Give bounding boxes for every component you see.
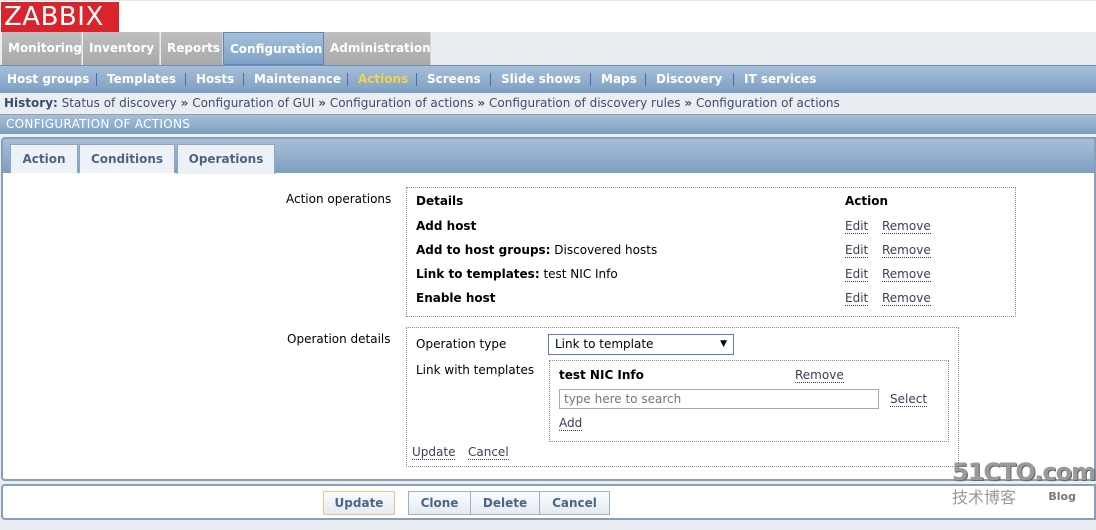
details-header: Details — [416, 194, 464, 208]
menu-separator — [416, 73, 417, 86]
operation-type-label: Operation type — [416, 337, 507, 351]
menu-separator — [243, 73, 244, 86]
action-operations-label: Action operations — [286, 192, 392, 206]
history-item[interactable]: Configuration of GUI — [192, 96, 314, 110]
history-breadcrumb: History: Status of discovery » Configura… — [0, 93, 1096, 115]
update-button[interactable]: Update — [323, 491, 395, 515]
breadcrumb-separator: » — [180, 96, 189, 110]
main-menu-configuration[interactable]: Configuration — [223, 32, 324, 65]
history-item[interactable]: Configuration of actions — [696, 96, 840, 110]
dropdown-arrow-icon: ▼ — [720, 339, 727, 349]
sub-menu-hosts[interactable]: Hosts — [196, 66, 234, 93]
tab-conditions[interactable]: Conditions — [79, 144, 175, 173]
sub-menu-discovery[interactable]: Discovery — [656, 66, 722, 93]
main-menu-reports[interactable]: Reports — [161, 32, 223, 65]
breadcrumb-separator: » — [684, 96, 693, 110]
select-template-link[interactable]: Select — [890, 392, 928, 407]
menu-separator — [733, 73, 734, 86]
main-menu-monitoring[interactable]: Monitoring — [2, 32, 82, 65]
update-operation-link[interactable]: Update — [412, 445, 456, 460]
operation-row: Add host — [416, 219, 477, 233]
action-operations-table: Details Action Add host Edit Remove Add … — [406, 187, 1016, 317]
edit-link[interactable]: Edit — [845, 267, 869, 282]
breadcrumb-separator: » — [318, 96, 326, 110]
history-item[interactable]: Configuration of discovery rules — [489, 96, 681, 110]
operation-type-select[interactable]: Link to template ▼ — [548, 334, 734, 355]
sub-menu-templates[interactable]: Templates — [107, 66, 176, 93]
remove-link[interactable]: Remove — [882, 243, 931, 258]
edit-link[interactable]: Edit — [845, 219, 869, 234]
watermark: 51CTO.com 技术博客 Blog — [952, 458, 1096, 518]
operation-row: Enable host — [416, 291, 496, 305]
operation-details-label: Operation details — [287, 332, 391, 346]
header-bar: ZABBIX — [0, 0, 1096, 33]
menu-separator — [185, 73, 186, 86]
remove-link[interactable]: Remove — [882, 267, 931, 282]
remove-template-link[interactable]: Remove — [795, 368, 844, 383]
watermark-site: 51CTO.com — [952, 458, 1096, 486]
sub-menu-it-services[interactable]: IT services — [744, 66, 816, 93]
link-with-templates-label: Link with templates — [416, 363, 535, 377]
clone-button[interactable]: Clone — [408, 491, 471, 515]
template-search-input[interactable] — [559, 389, 879, 409]
operation-row: Add to host groups: Discovered hosts — [416, 243, 658, 257]
edit-link[interactable]: Edit — [845, 291, 869, 306]
tab-operations[interactable]: Operations — [177, 144, 275, 174]
menu-separator — [347, 73, 348, 86]
sub-menu-actions[interactable]: Actions — [358, 66, 408, 93]
edit-link[interactable]: Edit — [845, 243, 869, 258]
cancel-button[interactable]: Cancel — [539, 491, 610, 515]
watermark-blog: Blog — [1048, 490, 1076, 503]
sub-menu-slide-shows[interactable]: Slide shows — [501, 66, 581, 93]
menu-separator — [96, 73, 97, 86]
cancel-operation-link[interactable]: Cancel — [468, 445, 509, 460]
operation-row: Link to templates: test NIC Info — [416, 267, 618, 281]
main-menu: Monitoring Inventory Reports Configurati… — [0, 32, 1096, 65]
sub-menu: Host groups Templates Hosts Maintenance … — [0, 65, 1096, 93]
tab-bar: Action Conditions Operations — [3, 139, 1094, 174]
operation-type-value: Link to template — [555, 337, 654, 351]
history-item[interactable]: Status of discovery — [62, 96, 177, 110]
main-menu-inventory[interactable]: Inventory — [83, 32, 160, 65]
remove-link[interactable]: Remove — [882, 219, 931, 234]
sub-menu-maps[interactable]: Maps — [601, 66, 637, 93]
breadcrumb-separator: » — [477, 96, 486, 110]
remove-link[interactable]: Remove — [882, 291, 931, 306]
template-name: test NIC Info — [559, 368, 644, 382]
tab-action[interactable]: Action — [10, 144, 78, 173]
sub-menu-maintenance[interactable]: Maintenance — [254, 66, 341, 93]
action-header: Action — [845, 194, 889, 208]
zabbix-logo[interactable]: ZABBIX — [1, 2, 119, 33]
history-label: History: — [4, 96, 58, 110]
delete-button[interactable]: Delete — [470, 491, 540, 515]
menu-separator — [490, 73, 491, 86]
history-item[interactable]: Configuration of actions — [330, 96, 474, 110]
menu-separator — [590, 73, 591, 86]
sub-menu-host-groups[interactable]: Host groups — [7, 66, 89, 93]
sub-menu-screens[interactable]: Screens — [427, 66, 481, 93]
main-menu-administration[interactable]: Administration — [324, 32, 431, 65]
menu-separator — [645, 73, 646, 86]
add-template-link[interactable]: Add — [559, 416, 583, 431]
page-title: CONFIGURATION OF ACTIONS — [0, 115, 1096, 134]
